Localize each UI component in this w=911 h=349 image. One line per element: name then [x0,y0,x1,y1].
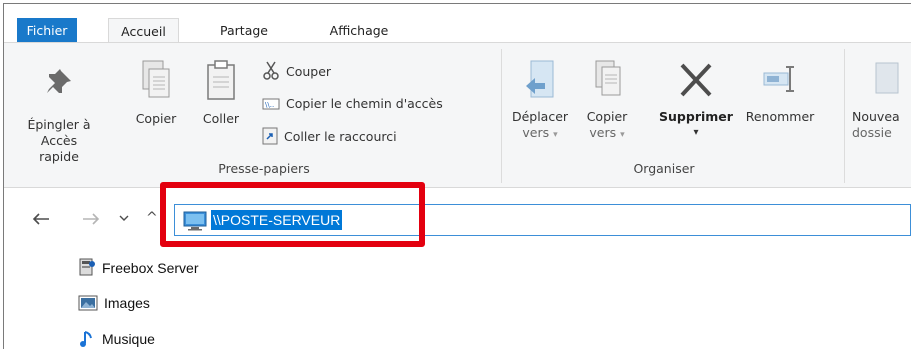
move-to-label-line1: Déplacer [511,109,569,124]
move-to-icon [526,60,554,98]
pin-label-line2: Accès rapide [39,133,79,164]
copy-path-button[interactable]: \\.. Copier le chemin d'accès [262,96,443,111]
scissors-icon [263,61,279,80]
tree-item-freebox-server[interactable]: Freebox Server [78,258,198,278]
chevron-down-icon: ▾ [620,130,625,140]
paste-shortcut-button[interactable]: Coller le raccourci [262,127,397,145]
tree-item-label: Musique [102,331,155,347]
clipboard-group-label: Presse-papiers [218,161,310,176]
copy-to-label-line1: Copier [586,109,628,124]
tree-item-images[interactable]: Images [78,295,150,311]
move-to-button[interactable]: Déplacer vers ▾ [507,59,573,143]
copy-icon [142,60,170,98]
tree-item-music[interactable]: Musique [78,330,155,348]
new-folder-button[interactable]: Nouvea dossie [852,59,911,141]
group-separator [844,49,845,183]
pin-icon [47,69,71,93]
organize-group-label: Organiser [633,161,695,176]
cut-label: Couper [286,63,332,79]
delete-label: Supprimer [659,109,733,124]
back-arrow-icon[interactable] [32,212,50,226]
move-to-label-line2: vers [522,125,550,140]
copy-path-label: Copier le chemin d'accès [286,96,443,111]
new-folder-label-line2: dossie [852,125,892,140]
tab-view[interactable]: Affichage [309,18,409,44]
new-folder-label-line1: Nouvea [852,109,900,124]
paste-shortcut-label: Coller le raccourci [284,128,397,144]
ribbon: Épingler à Accès rapide Copier Coller Co… [4,42,911,188]
pin-quick-access-button[interactable]: Épingler à Accès rapide [24,67,94,165]
copy-to-label-line2: vers [589,125,617,140]
ribbon-tabs: Fichier Accueil Partage Affichage [4,4,911,46]
navigation-buttons: ^ [32,204,162,234]
paste-shortcut-icon [262,127,278,145]
rename-label: Renommer [745,109,815,124]
cut-button[interactable]: Couper [262,61,331,81]
rename-button[interactable]: Renommer [738,59,822,125]
group-separator [501,49,502,183]
clipboard-icon [207,60,235,100]
new-folder-icon [875,62,899,94]
copy-label: Copier [135,111,177,126]
tree-item-label: Freebox Server [102,260,199,276]
tree-item-label: Images [104,295,150,311]
images-icon [78,295,98,311]
pin-label-line1: Épingler à [27,117,91,132]
tab-share[interactable]: Partage [204,18,284,44]
highlight-frame [160,182,425,247]
music-icon [80,331,92,347]
paste-button[interactable]: Coller [196,59,246,127]
copy-to-button[interactable]: Copier vers ▾ [577,59,637,143]
copy-path-icon: \\.. [262,98,280,109]
freebox-server-icon [79,258,95,276]
rename-icon [763,66,794,92]
up-arrow-icon[interactable]: ^ [146,210,158,226]
chevron-down-icon: ▾ [553,130,558,140]
paste-label: Coller [202,111,240,126]
delete-x-icon [680,63,712,97]
tab-file[interactable]: Fichier [17,18,77,44]
recent-locations-chevron-icon[interactable] [119,215,129,223]
copy-to-icon [595,60,621,96]
forward-arrow-icon[interactable] [82,212,100,226]
svg-text:\\..: \\.. [265,101,274,109]
copy-button[interactable]: Copier [130,59,182,127]
chevron-down-icon: ▾ [693,127,699,138]
delete-button[interactable]: Supprimer ▾ [654,59,738,141]
